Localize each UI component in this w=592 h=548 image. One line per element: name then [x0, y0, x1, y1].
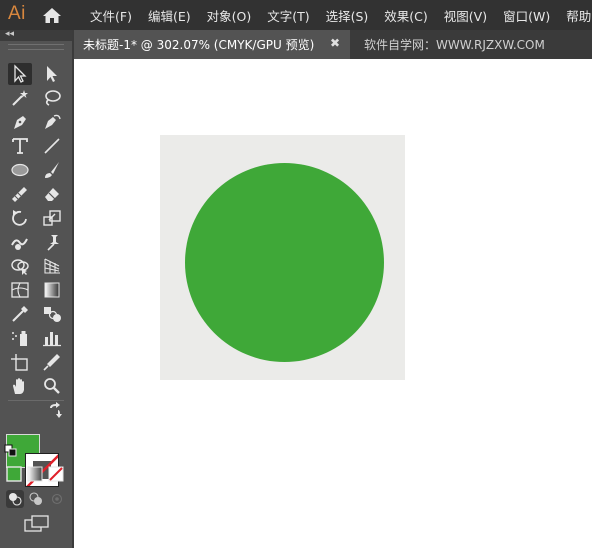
line-segment-tool-icon[interactable]	[40, 135, 64, 157]
app-logo: Ai	[8, 3, 26, 24]
draw-inside-button[interactable]	[48, 490, 66, 508]
green-circle-shape[interactable]	[185, 163, 384, 362]
menu-file[interactable]: 文件(F)	[90, 6, 132, 25]
artboard[interactable]	[160, 135, 405, 380]
default-fill-stroke-icon[interactable]	[4, 444, 18, 458]
tools-divider	[8, 400, 64, 401]
slice-tool-icon[interactable]	[40, 351, 64, 373]
collapse-panel-icon[interactable]: ◂◂	[5, 29, 14, 39]
selection-tool-icon[interactable]	[8, 63, 32, 85]
zoom-tool-icon[interactable]	[40, 375, 64, 397]
menu-list: 文件(F) 编辑(E) 对象(O) 文字(T) 选择(S) 效果(C) 视图(V…	[90, 0, 592, 30]
document-tab-watermark: 软件自学网：WWW.RJZXW.COM	[364, 38, 545, 52]
shape-builder-tool-icon[interactable]	[8, 255, 32, 277]
draw-normal-button[interactable]	[6, 490, 24, 508]
warp-tool-icon[interactable]	[8, 231, 32, 253]
puppet-warp-tool-icon[interactable]	[40, 231, 64, 253]
magic-wand-tool-icon[interactable]	[8, 87, 32, 109]
direct-selection-tool-icon[interactable]	[40, 63, 64, 85]
menu-object[interactable]: 对象(O)	[207, 6, 252, 25]
close-icon[interactable]: ✖	[330, 36, 340, 50]
menu-help[interactable]: 帮助(H)	[566, 6, 592, 25]
perspective-grid-tool-icon[interactable]	[40, 255, 64, 277]
shaper-tool-icon[interactable]	[8, 183, 32, 205]
document-tab-active[interactable]: 未标题-1* @ 302.07% (CMYK/GPU 预览) ✖	[74, 30, 350, 59]
mesh-tool-icon[interactable]	[8, 279, 32, 301]
tools-panel-grip[interactable]	[8, 44, 64, 50]
menu-bar: Ai 文件(F) 编辑(E) 对象(O) 文字(T) 选择(S) 效果(C) 视…	[0, 0, 592, 30]
curvature-tool-icon[interactable]	[40, 111, 64, 133]
column-graph-tool-icon[interactable]	[40, 327, 64, 349]
document-tab-strip: 未标题-1* @ 302.07% (CMYK/GPU 预览) ✖ 软件自学网：W…	[74, 30, 592, 59]
gradient-tool-icon[interactable]	[40, 279, 64, 301]
screen-mode-icon[interactable]	[24, 514, 50, 534]
lasso-tool-icon[interactable]	[40, 87, 64, 109]
menu-edit[interactable]: 编辑(E)	[148, 6, 191, 25]
scale-tool-icon[interactable]	[40, 207, 64, 229]
home-icon[interactable]	[42, 7, 62, 24]
tools-panel: ◂◂	[0, 29, 72, 548]
document-canvas[interactable]	[74, 59, 592, 548]
color-mode-button[interactable]	[6, 466, 22, 482]
rotate-tool-icon[interactable]	[8, 207, 32, 229]
menu-effect[interactable]: 效果(C)	[384, 6, 427, 25]
tools-panel-header[interactable]: ◂◂	[0, 29, 72, 41]
ellipse-tool-icon[interactable]	[8, 159, 32, 181]
paintbrush-tool-icon[interactable]	[40, 159, 64, 181]
menu-view[interactable]: 视图(V)	[444, 6, 487, 25]
artboard-tool-icon[interactable]	[8, 351, 32, 373]
menu-type[interactable]: 文字(T)	[267, 6, 309, 25]
eyedropper-tool-icon[interactable]	[8, 303, 32, 325]
pen-tool-icon[interactable]	[8, 111, 32, 133]
type-tool-icon[interactable]	[8, 135, 32, 157]
menu-window[interactable]: 窗口(W)	[503, 6, 550, 25]
eraser-tool-icon[interactable]	[40, 183, 64, 205]
menu-select[interactable]: 选择(S)	[326, 6, 369, 25]
symbol-sprayer-tool-icon[interactable]	[8, 327, 32, 349]
none-mode-button[interactable]	[48, 466, 64, 482]
gradient-mode-button[interactable]	[27, 466, 43, 482]
swap-fill-stroke-icon[interactable]	[46, 402, 64, 418]
draw-behind-button[interactable]	[27, 490, 45, 508]
blend-tool-icon[interactable]	[40, 303, 64, 325]
hand-tool-icon[interactable]	[8, 375, 32, 397]
document-tab-title: 未标题-1* @ 302.07% (CMYK/GPU 预览)	[83, 38, 315, 52]
